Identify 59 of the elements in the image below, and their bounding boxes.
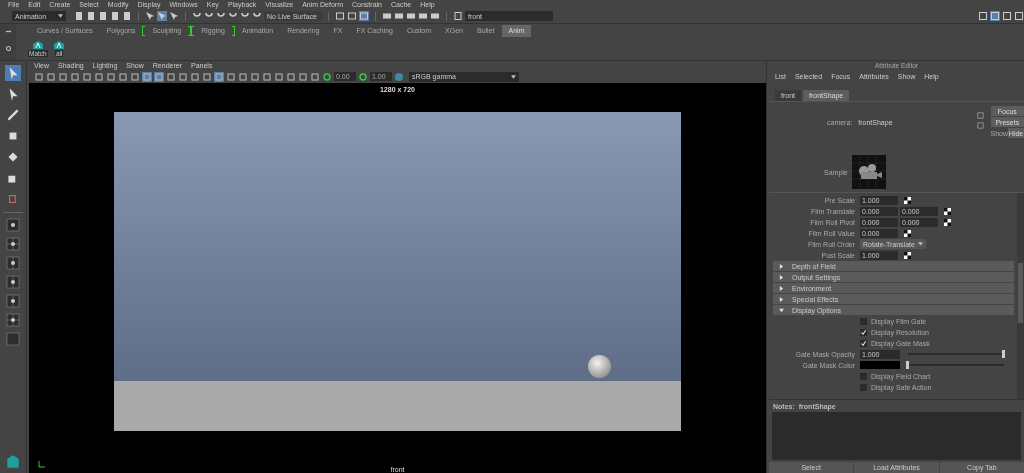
selection-mask-icon[interactable]: [157, 11, 167, 21]
layout-icon[interactable]: [6, 294, 20, 308]
arrow-tool-icon[interactable]: [5, 65, 21, 81]
checker-icon[interactable]: [904, 196, 911, 204]
selection-mask-icon[interactable]: [145, 11, 155, 21]
panel-toolbar-icon[interactable]: [190, 71, 200, 82]
layout-icon[interactable]: [6, 256, 20, 270]
panel-toolbar-icon[interactable]: [34, 71, 44, 82]
panel-toolbar-icon[interactable]: [214, 71, 224, 82]
caret-icon: [918, 242, 923, 246]
checkbox[interactable]: [860, 328, 867, 336]
panel-toolbar-icon[interactable]: [178, 71, 188, 82]
checker-icon[interactable]: [904, 251, 911, 259]
exposure-icon[interactable]: [322, 71, 332, 82]
caret-icon: [511, 74, 516, 79]
panel-toolbar-icon[interactable]: [298, 71, 308, 82]
layout-icon[interactable]: [6, 237, 20, 251]
camera-icon: [851, 155, 886, 189]
panel-toolbar-icon[interactable]: [286, 71, 296, 82]
caret-icon: [58, 14, 63, 18]
group-bracket: [232, 26, 235, 36]
panel-toolbar-icon[interactable]: [58, 71, 68, 82]
checkbox[interactable]: [860, 383, 867, 391]
panel-toolbar-icon[interactable]: [106, 71, 116, 82]
shelf-menu-icon[interactable]: [4, 28, 12, 35]
layout-icon[interactable]: [6, 218, 20, 232]
scrollbar[interactable]: [1017, 193, 1024, 399]
notes-field[interactable]: [772, 412, 1021, 460]
checkbox[interactable]: [860, 339, 867, 347]
panel-toolbar-icon[interactable]: [274, 71, 284, 82]
panel-toolbar-icon[interactable]: [154, 71, 164, 82]
panel-toolbar-icon[interactable]: [166, 71, 176, 82]
gamma-icon[interactable]: [358, 71, 368, 82]
selection-mask-icon[interactable]: [169, 11, 179, 21]
settings-icon[interactable]: [4, 45, 12, 52]
panel-toolbar-icon[interactable]: [262, 71, 272, 82]
checker-icon[interactable]: [944, 207, 951, 215]
axis-icon: [37, 459, 47, 469]
layout-icon[interactable]: [6, 313, 20, 327]
checkbox[interactable]: [860, 372, 867, 380]
layout-icon[interactable]: [6, 275, 20, 289]
checker-icon[interactable]: [944, 218, 951, 226]
panel-toolbar-icon[interactable]: [310, 71, 320, 82]
panel-toolbar-icon[interactable]: [70, 71, 80, 82]
color-management-icon[interactable]: [394, 71, 404, 82]
color-swatch[interactable]: [860, 361, 900, 369]
checker-icon[interactable]: [904, 229, 911, 237]
panel-toolbar-icon[interactable]: [46, 71, 56, 82]
panel-toolbar-icon[interactable]: [202, 71, 212, 82]
checkbox[interactable]: [860, 317, 867, 325]
brush-tool-icon[interactable]: [5, 107, 21, 123]
panel-toolbar-icon[interactable]: [94, 71, 104, 82]
panel-toolbar-icon[interactable]: [130, 71, 140, 82]
panel-toolbar-icon[interactable]: [142, 71, 152, 82]
panel-toolbar-icon[interactable]: [82, 71, 92, 82]
panel-toolbar-icon[interactable]: [250, 71, 260, 82]
panel-toolbar-icon[interactable]: [118, 71, 128, 82]
panel-toolbar-icon[interactable]: [226, 71, 236, 82]
panel-toolbar-icon[interactable]: [238, 71, 248, 82]
